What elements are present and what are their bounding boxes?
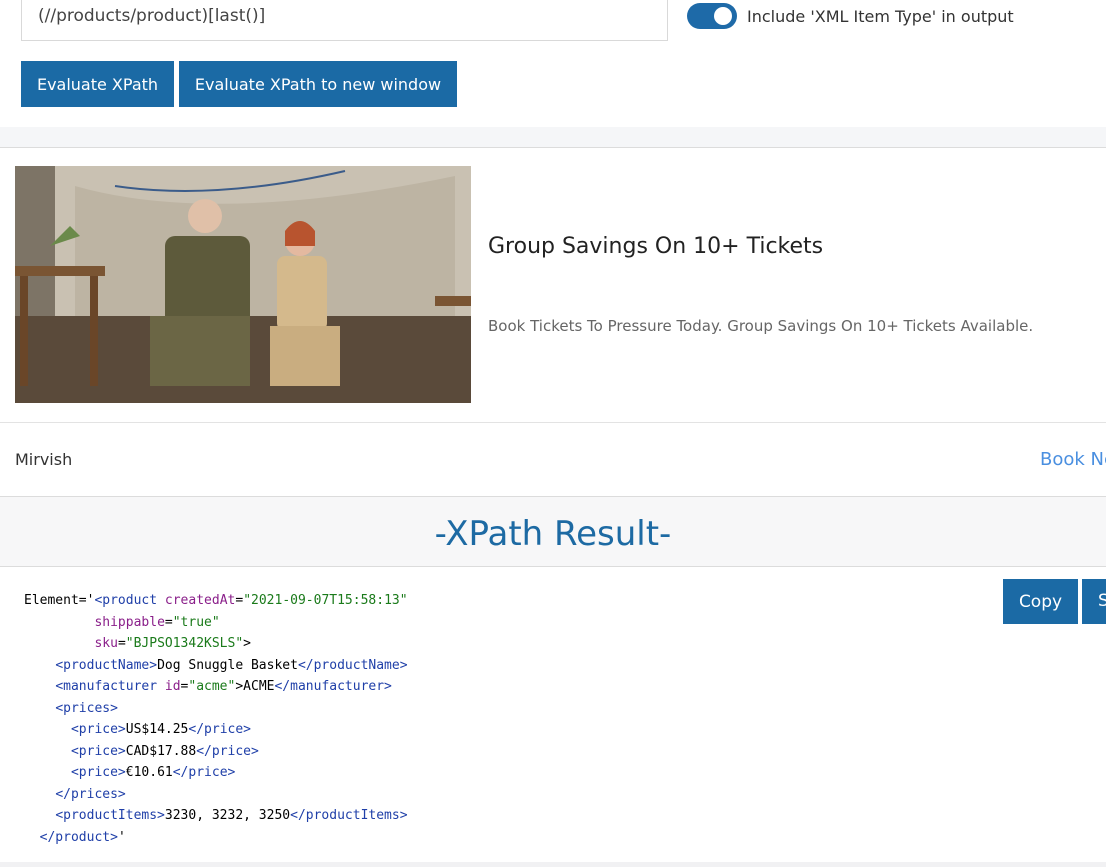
code-tag: <productName> xyxy=(55,657,158,673)
code-text: 3230, 3232, 3250 xyxy=(164,808,291,823)
toggle-knob xyxy=(714,7,732,25)
code-tag: </price> xyxy=(172,765,236,780)
code-attr: createdAt xyxy=(164,593,236,608)
code-tag: <productItems> xyxy=(55,808,165,823)
code-tag: <prices> xyxy=(55,700,118,716)
stage-photo-illustration xyxy=(15,166,471,403)
evaluate-xpath-new-window-button[interactable]: Evaluate XPath to new window xyxy=(179,61,457,107)
xpath-result-output: Element='<product createdAt="2021-09-07T… xyxy=(24,593,408,845)
code-tag: <manufacturer xyxy=(55,679,158,694)
xpath-expression-input[interactable]: (//products/product)[last()] xyxy=(21,0,668,41)
code-value: "true" xyxy=(172,614,220,630)
code-attr: sku xyxy=(94,636,118,651)
xml-item-type-toggle-group: Include 'XML Item Type' in output xyxy=(687,3,1014,29)
code-text: CAD$17.88 xyxy=(125,743,197,759)
code-attr: id xyxy=(164,679,181,694)
code-text: > xyxy=(243,636,251,651)
code-text: ' xyxy=(117,829,126,845)
code-tag: </product> xyxy=(39,829,118,845)
code-value: "BJPSO1342KSLS" xyxy=(125,636,244,651)
code-value: "2021-09-07T15:58:13" xyxy=(243,593,408,608)
ad-title[interactable]: Group Savings On 10+ Tickets xyxy=(488,234,823,259)
code-text: €10.61 xyxy=(125,765,173,780)
ad-divider xyxy=(0,422,1106,423)
xpath-result-header: -XPath Result- xyxy=(0,496,1106,567)
code-tag: <price> xyxy=(70,765,126,780)
code-text: Dog Snuggle Basket xyxy=(157,657,298,673)
ad-description: Book Tickets To Pressure Today. Group Sa… xyxy=(488,317,1034,335)
copy-button[interactable]: Copy xyxy=(1003,579,1078,624)
bottom-divider xyxy=(0,862,1106,867)
section-separator xyxy=(0,127,1106,148)
code-text: >ACME xyxy=(235,679,275,694)
ad-image[interactable] xyxy=(15,166,471,403)
xml-item-type-toggle-label: Include 'XML Item Type' in output xyxy=(747,6,1014,26)
xml-item-type-toggle[interactable] xyxy=(687,3,737,29)
code-tag: <price> xyxy=(70,722,126,737)
save-button[interactable]: S xyxy=(1082,579,1106,624)
advertisement-card[interactable]: Group Savings On 10+ Tickets Book Ticket… xyxy=(0,148,1106,496)
code-tag: </productName> xyxy=(297,657,408,673)
evaluate-xpath-button[interactable]: Evaluate XPath xyxy=(21,61,174,107)
ad-book-now-link[interactable]: Book Nc xyxy=(1040,449,1106,470)
ad-brand-name: Mirvish xyxy=(15,450,73,469)
code-text: US$14.25 xyxy=(125,722,189,737)
code-tag: </prices> xyxy=(55,786,126,802)
code-value: "acme" xyxy=(188,679,236,694)
xpath-form: (//products/product)[last()] Include 'XM… xyxy=(0,0,1106,127)
code-tag: <product xyxy=(94,593,158,608)
code-tag: </price> xyxy=(196,743,259,759)
code-tag: <price> xyxy=(70,743,126,759)
code-attr: shippable xyxy=(94,614,165,630)
code-tag: </manufacturer> xyxy=(274,679,392,694)
code-tag: </productItems> xyxy=(290,808,408,823)
code-tag: </price> xyxy=(188,722,252,737)
code-text: Element=' xyxy=(24,593,95,608)
xpath-result-title: -XPath Result- xyxy=(434,513,672,554)
